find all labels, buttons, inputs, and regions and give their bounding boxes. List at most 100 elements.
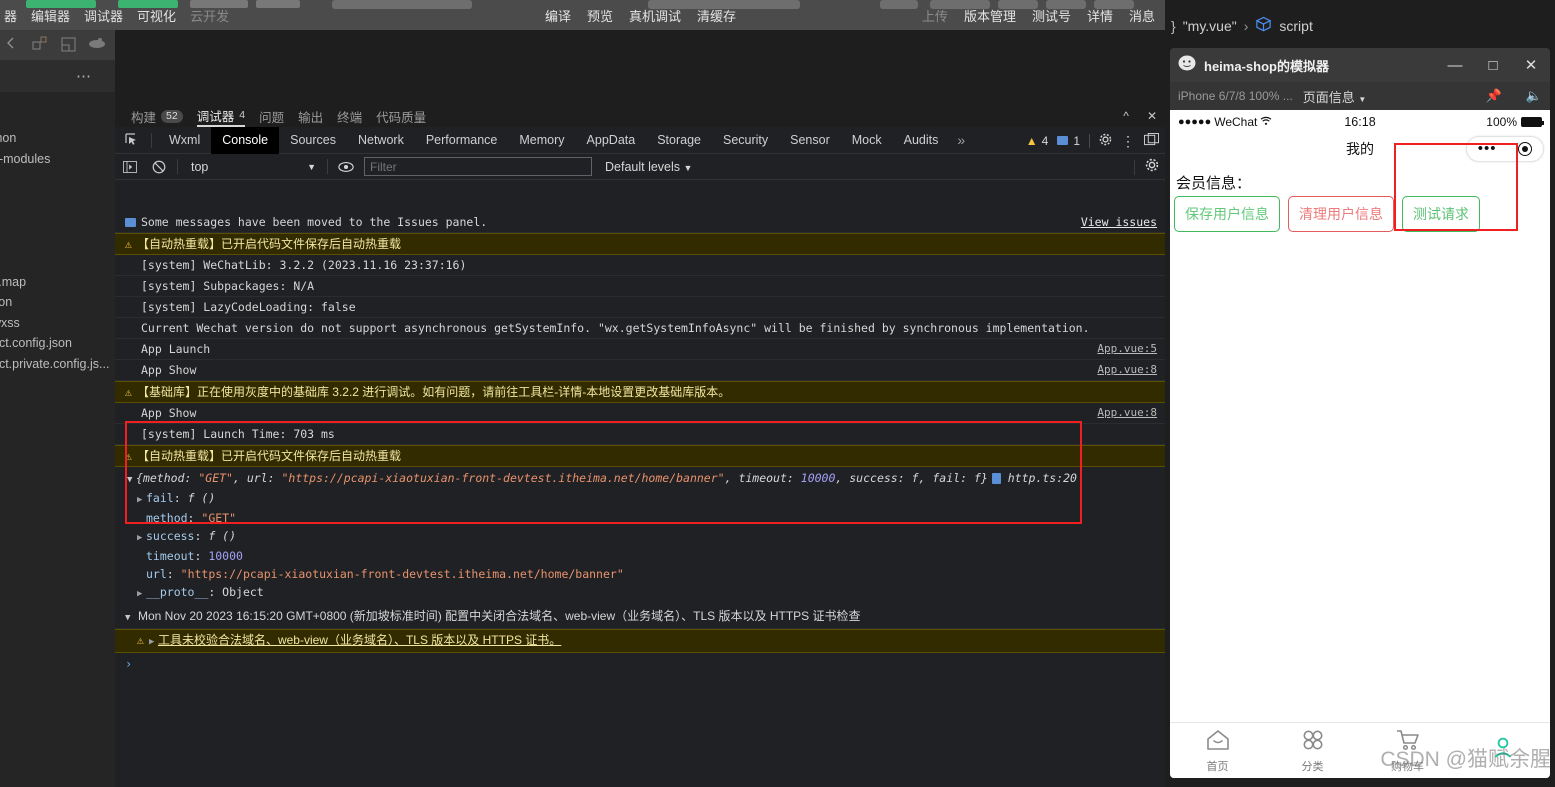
toolbar-compile[interactable]: 编译 (545, 6, 571, 25)
close-target-icon[interactable] (1518, 142, 1533, 156)
toolbar-test-account[interactable]: 测试号 (1032, 6, 1071, 25)
file-item[interactable]: ect.config.json (0, 333, 115, 354)
tabbar-item-category[interactable]: 分类 (1265, 728, 1360, 774)
subtab-appdata[interactable]: AppData (576, 127, 647, 154)
console-row[interactable]: [system] Launch Time: 703 ms (115, 424, 1165, 445)
blocks-icon[interactable] (32, 36, 50, 54)
toolbar-real-device-debug[interactable]: 真机调试 (629, 6, 681, 25)
tab-code-quality[interactable]: 代码质量 (376, 105, 426, 127)
object-prop-line[interactable]: url: "https://pcapi-xiaotuxian-front-dev… (115, 565, 1165, 583)
console-row[interactable]: App Show App.vue:8 (115, 403, 1165, 424)
console-prompt[interactable]: › (115, 653, 1165, 675)
console-eye-icon[interactable] (335, 156, 357, 178)
menu-item-debugger[interactable]: 调试器 (84, 6, 123, 25)
subtab-sensor[interactable]: Sensor (779, 127, 841, 154)
console-log[interactable]: Some messages have been moved to the Iss… (115, 212, 1165, 787)
console-settings-gear-icon[interactable] (1145, 158, 1159, 177)
console-level-select[interactable]: Default levels ▼ (605, 160, 692, 174)
toolbar-preview[interactable]: 预览 (587, 6, 613, 25)
console-row[interactable]: ⚠ 【自动热重载】已开启代码文件保存后自动热重载 (115, 445, 1165, 467)
chevron-left-icon[interactable] (4, 36, 22, 54)
tab-debugger[interactable]: 调试器 4 (196, 105, 246, 127)
triangle-right-icon[interactable]: ▶ (137, 586, 146, 602)
triangle-right-icon[interactable]: ▶ (137, 530, 146, 546)
maximize-button[interactable]: □ (1478, 57, 1508, 74)
object-prop-line[interactable]: ▶ __proto__: Object (115, 583, 1165, 603)
subtab-audits[interactable]: Audits (893, 127, 950, 154)
toolbar-version-manage[interactable]: 版本管理 (964, 6, 1016, 25)
console-source-link[interactable]: App.vue:8 (1097, 406, 1157, 420)
triangle-right-icon[interactable]: ▶ (149, 635, 158, 649)
console-filter-input[interactable] (364, 157, 592, 176)
subtab-wxml[interactable]: Wxml (158, 127, 211, 154)
menu-item-cloud[interactable]: 云开发 (190, 6, 229, 25)
subtab-memory[interactable]: Memory (508, 127, 575, 154)
subtab-overflow-icon[interactable]: » (949, 127, 973, 154)
view-issues-link[interactable]: View issues (1081, 215, 1157, 229)
console-sidebar-toggle-icon[interactable] (119, 156, 141, 178)
console-row[interactable]: ⚠ ▶ 工具未校验合法域名、web-view（业务域名）、TLS 版本以及 HTTP… (115, 629, 1165, 653)
tabbar-item-cart[interactable]: 购物车 (1360, 728, 1455, 774)
file-item[interactable]: mon (0, 128, 115, 149)
console-row[interactable]: [system] Subpackages: N/A (115, 276, 1165, 297)
menu-item-editor[interactable]: 编辑器 (31, 6, 70, 25)
file-item[interactable]: s (0, 210, 115, 231)
object-prop-line[interactable]: method: "GET" (115, 509, 1165, 527)
close-panel-icon[interactable]: ✕ (1147, 109, 1157, 123)
clear-user-info-button[interactable]: 清理用户信息 (1288, 196, 1394, 232)
file-item[interactable]: s (0, 169, 115, 190)
tabbar-item-mine[interactable] (1455, 736, 1550, 766)
console-row[interactable]: ⚠ 【基础库】正在使用灰度中的基础库 3.2.2 进行调试。如有问题，请前往工具栏… (115, 381, 1165, 403)
file-explorer[interactable]: mon e-modules s c s s s.map son wxss ect… (0, 92, 115, 787)
save-file-icon[interactable] (60, 36, 78, 54)
object-prop-line[interactable]: ▶ success: f () (115, 527, 1165, 547)
menu-item-visual[interactable]: 可视化 (137, 6, 176, 25)
close-button[interactable]: ✕ (1516, 56, 1546, 74)
console-row[interactable]: ⚠ 【自动热重载】已开启代码文件保存后自动热重载 (115, 233, 1165, 255)
console-context-select[interactable]: top ▼ (185, 157, 320, 177)
more-dots-icon[interactable]: ••• (1478, 141, 1497, 156)
file-item[interactable]: e-modules (0, 149, 115, 170)
docker-icon[interactable] (88, 36, 106, 54)
tab-build[interactable]: 构建 52 (131, 105, 183, 127)
subtab-storage[interactable]: Storage (646, 127, 712, 154)
tab-problems[interactable]: 问题 (259, 105, 284, 127)
devtools-settings-gear-icon[interactable] (1099, 133, 1112, 149)
file-item[interactable]: ect.private.config.js... (0, 354, 115, 375)
toolbar-upload[interactable]: 上传 (922, 6, 948, 25)
subtab-performance[interactable]: Performance (415, 127, 509, 154)
dock-side-icon[interactable] (1144, 132, 1159, 149)
toolbar-details[interactable]: 详情 (1087, 6, 1113, 25)
breadcrumb-file[interactable]: "my.vue" (1183, 18, 1237, 34)
console-row[interactable]: [system] LazyCodeLoading: false (115, 297, 1165, 318)
wechat-capsule[interactable]: ••• (1466, 136, 1544, 162)
triangle-down-icon[interactable]: ▼ (125, 611, 134, 625)
pin-icon[interactable]: 📌 (1486, 88, 1502, 104)
console-row[interactable]: Some messages have been moved to the Iss… (115, 212, 1165, 233)
clear-console-icon[interactable] (148, 156, 170, 178)
object-head-line[interactable]: ▼ {method: "GET", url: "https://pcapi-xia… (115, 469, 1165, 489)
minimize-button[interactable]: — (1440, 57, 1470, 74)
console-object-block[interactable]: ▼ {method: "GET", url: "https://pcapi-xia… (115, 467, 1165, 606)
subtab-sources[interactable]: Sources (279, 127, 347, 154)
file-item[interactable]: wxss (0, 313, 115, 334)
triangle-down-icon[interactable]: ▼ (127, 472, 136, 488)
subtab-network[interactable]: Network (347, 127, 415, 154)
speaker-icon[interactable]: 🔈 (1526, 88, 1542, 104)
explorer-overflow-menu[interactable]: ⋯ (0, 60, 115, 92)
console-row[interactable]: App Launch App.vue:5 (115, 339, 1165, 360)
console-source-link[interactable]: App.vue:8 (1097, 363, 1157, 377)
console-row[interactable]: ▼ Mon Nov 20 2023 16:15:20 GMT+0800 (新加坡标… (115, 606, 1165, 629)
tabbar-item-home[interactable]: 首页 (1170, 728, 1265, 774)
devtools-more-menu-icon[interactable]: ⋮ (1121, 134, 1135, 148)
menu-item-0[interactable]: 器 (4, 6, 17, 25)
console-source-link[interactable]: App.vue:5 (1097, 342, 1157, 356)
console-row[interactable]: Current Wechat version do not support as… (115, 318, 1165, 339)
collapse-panel-icon[interactable]: ^ (1123, 109, 1129, 123)
breadcrumb-scope[interactable]: script (1279, 18, 1312, 34)
file-item[interactable]: s.map (0, 272, 115, 293)
inspect-element-icon[interactable] (119, 133, 145, 147)
tab-terminal[interactable]: 终端 (337, 105, 362, 127)
object-prop-line[interactable]: timeout: 10000 (115, 547, 1165, 565)
console-row[interactable]: App Show App.vue:8 (115, 360, 1165, 381)
